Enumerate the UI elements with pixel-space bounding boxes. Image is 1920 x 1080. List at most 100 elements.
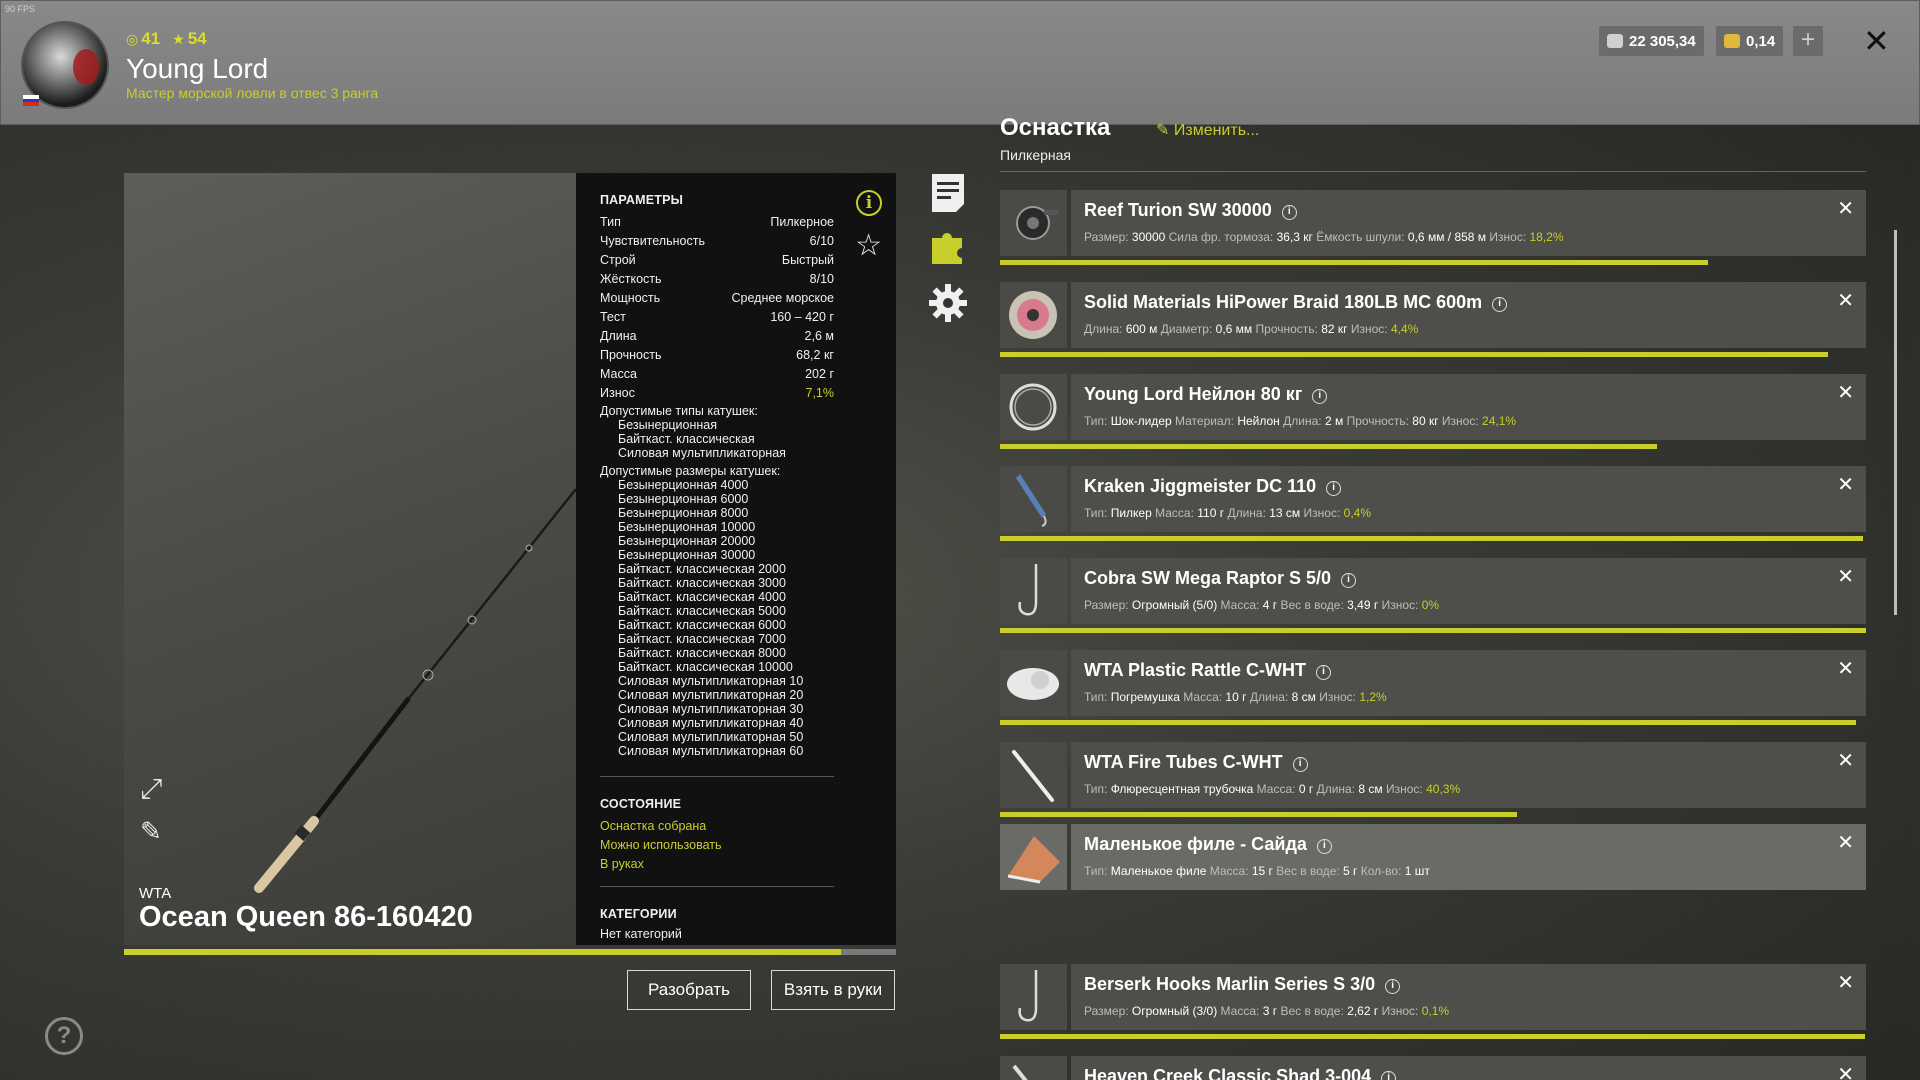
spec-label: Длина: — [1316, 782, 1356, 796]
remove-item-icon[interactable]: ✕ — [1837, 472, 1854, 497]
spec-value: 2,62 г — [1347, 1004, 1379, 1018]
tackle-item[interactable]: Kraken Jiggmeister DC 110 i Тип: Пилкер Ма… — [1000, 466, 1866, 532]
help-icon[interactable]: ? — [45, 1017, 83, 1055]
remove-item-icon[interactable]: ✕ — [1837, 970, 1854, 995]
wear-label: Износ: — [1350, 322, 1388, 336]
tackle-item[interactable]: Young Lord Нейлон 80 кг i Тип: Шок-лидер М… — [1000, 374, 1866, 440]
info-icon[interactable]: i — [1316, 839, 1332, 854]
remove-item-icon[interactable]: ✕ — [1837, 196, 1854, 221]
tackle-item[interactable]: Berserk Hooks Marlin Series S 3/0 i Размер… — [1000, 964, 1866, 1030]
divider — [1000, 171, 1866, 172]
player-name: Young Lord — [126, 53, 269, 84]
reel-size-item: Байткаст. классическая 7000 — [618, 632, 786, 646]
tackle-item-name: Kraken Jiggmeister DC 110 i — [1084, 476, 1342, 497]
spec-label: Кол-во: — [1360, 864, 1402, 878]
reel-size-item: Байткаст. классическая 8000 — [618, 646, 786, 660]
info-icon[interactable]: i — [1316, 665, 1332, 680]
spec-label: Тип: — [1084, 782, 1108, 796]
disassemble-button[interactable]: Разобрать — [627, 970, 751, 1010]
info-icon[interactable]: i — [1292, 757, 1308, 772]
remove-item-icon[interactable]: ✕ — [1837, 830, 1854, 855]
reel-type-item: Безынерционная — [618, 418, 718, 432]
divider — [600, 886, 834, 887]
tackle-item[interactable]: Маленькое филе - Сайда i Тип: Маленькое фи… — [1000, 824, 1866, 890]
wear-bar — [1000, 260, 1709, 265]
hook-icon — [1000, 964, 1067, 1030]
stars-stat: ★ 54 — [172, 29, 207, 48]
info-icon[interactable]: i — [1312, 389, 1328, 404]
reel-size-item: Байткаст. классическая 6000 — [618, 618, 786, 632]
reel-size-item: Силовая мультипликаторная 60 — [618, 744, 804, 758]
tackle-item-name: WTA Fire Tubes C-WHT i — [1084, 752, 1308, 773]
remove-item-icon[interactable]: ✕ — [1837, 380, 1854, 405]
param-row: Тест 160 – 420 г — [600, 308, 834, 327]
info-icon[interactable]: i — [1385, 979, 1401, 994]
rod-brand: WTA — [139, 885, 172, 902]
spec-label: Вес в воде: — [1280, 598, 1344, 612]
tackle-item[interactable]: WTA Plastic Rattle C-WHT i Тип: Погремушка… — [1000, 650, 1866, 716]
tackle-item[interactable]: Heaven Creek Classic Shad 3-004 i ✕ — [1000, 1056, 1866, 1080]
add-currency-button[interactable]: + — [1793, 26, 1823, 56]
favorite-star-icon[interactable]: ☆ — [855, 231, 882, 261]
player-rank: Мастер морской ловли в отвес 3 ранга — [126, 85, 379, 101]
state-item: Можно использовать — [600, 838, 722, 852]
param-value: Пилкерное — [770, 215, 834, 229]
close-icon[interactable]: ✕ — [1863, 23, 1890, 59]
spec-label: Вес в воде: — [1276, 864, 1340, 878]
take-in-hands-button[interactable]: Взять в руки — [771, 970, 895, 1010]
tackle-item-name: Cobra SW Mega Raptor S 5/0 i — [1084, 568, 1357, 589]
spec-value: Огромный (5/0) — [1131, 598, 1218, 612]
remove-item-icon[interactable]: ✕ — [1837, 656, 1854, 681]
spec-value: 8 см — [1358, 782, 1383, 796]
info-icon[interactable]: i — [1281, 205, 1297, 220]
silver-coin-icon — [1607, 34, 1623, 48]
tackle-item[interactable]: Solid Materials HiPower Braid 180LB MC 6… — [1000, 282, 1866, 348]
info-icon[interactable]: i — [1326, 481, 1342, 496]
remove-item-icon[interactable]: ✕ — [1837, 288, 1854, 313]
player-stats: ◎ 41 ★ 54 — [126, 29, 207, 49]
tackle-item-title: WTA Plastic Rattle C-WHT — [1084, 660, 1307, 680]
wear-value: 4,4% — [1390, 322, 1419, 336]
param-row: Масса 202 г — [600, 365, 834, 384]
spec-value: 0,6 мм / 858 м — [1407, 230, 1487, 244]
tackle-item[interactable]: Reef Turion SW 30000 i Размер: 30000 Сила … — [1000, 190, 1866, 256]
spec-value: 80 кг — [1412, 414, 1439, 428]
pencil-icon[interactable]: ✎ — [140, 816, 172, 848]
wear-label: Износ: — [1381, 598, 1419, 612]
gear-icon[interactable] — [928, 283, 968, 323]
tackle-item-name: Young Lord Нейлон 80 кг i — [1084, 384, 1328, 405]
remove-item-icon[interactable]: ✕ — [1837, 1062, 1854, 1080]
rattle-icon — [1000, 650, 1067, 716]
tackle-item-title: Cobra SW Mega Raptor S 5/0 — [1084, 568, 1332, 588]
reel-size-item: Силовая мультипликаторная 30 — [618, 702, 804, 716]
scrollbar[interactable] — [1894, 230, 1897, 615]
tackle-item[interactable]: Cobra SW Mega Raptor S 5/0 i Размер: Огром… — [1000, 558, 1866, 624]
tackle-item-name: Heaven Creek Classic Shad 3-004 i — [1084, 1066, 1397, 1080]
puzzle-icon[interactable] — [928, 226, 968, 266]
tackle-item-title: Reef Turion SW 30000 — [1084, 200, 1272, 220]
tackle-item[interactable]: WTA Fire Tubes C-WHT i Тип: Флюресцентная … — [1000, 742, 1866, 808]
tackle-edit-link[interactable]: ✎ Изменить... — [1156, 120, 1259, 140]
reel-size-item: Безынерционная 8000 — [618, 506, 749, 520]
remove-item-icon[interactable]: ✕ — [1837, 748, 1854, 773]
info-icon[interactable]: i — [1492, 297, 1508, 312]
expand-icon[interactable]: ⤢ — [140, 773, 172, 805]
wear-label: Износ: — [1381, 1004, 1419, 1018]
spec-label: Масса: — [1155, 506, 1194, 520]
reel-types-heading: Допустимые типы катушек: — [600, 404, 758, 418]
tackle-item-body: Solid Materials HiPower Braid 180LB MC 6… — [1071, 282, 1866, 348]
tackle-item-title: WTA Fire Tubes C-WHT — [1084, 752, 1283, 772]
categories-heading: КАТЕГОРИИ — [600, 907, 677, 921]
param-label: Тип — [600, 215, 621, 229]
tackle-item-specs: Размер: Огромный (5/0) Масса: 4 г Вес в … — [1084, 598, 1439, 612]
reel-size-item: Безынерционная 30000 — [618, 548, 756, 562]
reel-sizes-heading: Допустимые размеры катушек: — [600, 464, 781, 478]
param-label: Мощность — [600, 291, 661, 305]
wear-label: Износ: — [1441, 414, 1479, 428]
rod-preview: ⤢ ✎ WTA Ocean Queen 86-160420 — [124, 173, 576, 945]
info-icon[interactable]: i — [1381, 1071, 1397, 1080]
remove-item-icon[interactable]: ✕ — [1837, 564, 1854, 589]
notes-icon[interactable] — [928, 172, 968, 212]
info-icon[interactable]: i — [856, 190, 882, 216]
info-icon[interactable]: i — [1341, 573, 1357, 588]
